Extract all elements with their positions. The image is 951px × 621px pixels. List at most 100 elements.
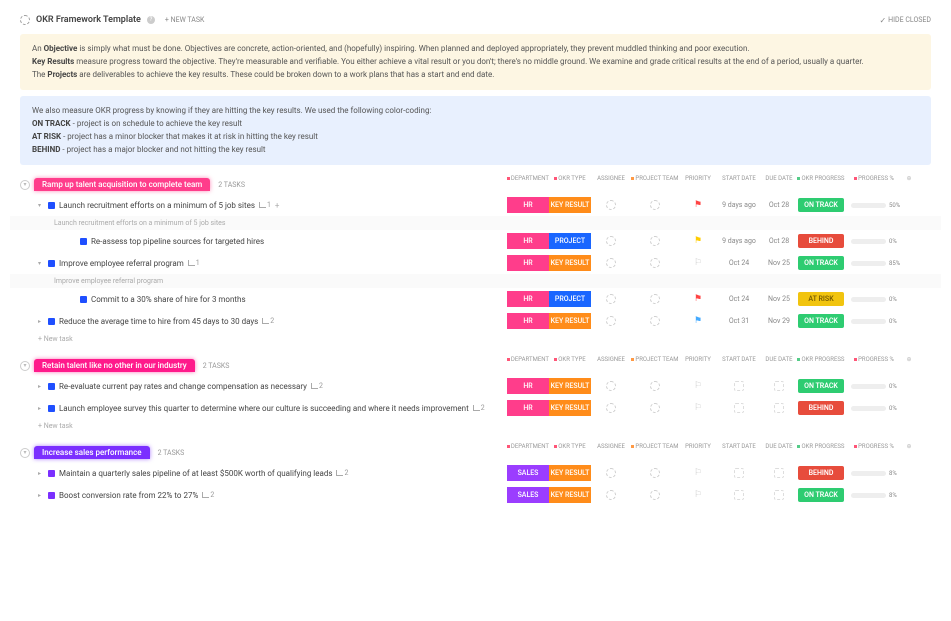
due-date-cell[interactable]: Nov 29 — [761, 317, 797, 325]
task-row[interactable]: ▾ Improve employee referral program 1 HR… — [10, 252, 941, 274]
start-date-empty[interactable] — [717, 403, 761, 413]
due-date-cell[interactable]: Nov 25 — [761, 295, 797, 303]
task-row[interactable]: Commit to a 30% share of hire for 3 mont… — [10, 288, 941, 310]
task-row[interactable]: ▸ Reduce the average time to hire from 4… — [10, 310, 941, 332]
status-dot[interactable] — [48, 260, 55, 267]
department-pill[interactable]: SALES — [507, 465, 549, 481]
priority-flag-icon[interactable]: ⚐ — [679, 468, 717, 478]
expand-icon[interactable]: ▸ — [38, 492, 44, 499]
col-okr-progress[interactable]: OKR PROGRESS — [797, 443, 845, 450]
group-title[interactable]: Ramp up talent acquisition to complete t… — [34, 178, 210, 191]
task-row[interactable]: ▸ Boost conversion rate from 22% to 27% … — [10, 484, 941, 506]
progress-pct-cell[interactable]: 85% — [845, 260, 903, 267]
info-icon[interactable]: ? — [147, 16, 155, 24]
status-dot[interactable] — [80, 238, 87, 245]
task-name[interactable]: Commit to a 30% share of hire for 3 mont… — [91, 295, 246, 304]
add-column-button[interactable]: ⊕ — [903, 175, 915, 182]
col-okr-progress[interactable]: OKR PROGRESS — [797, 356, 845, 363]
col-okr-progress[interactable]: OKR PROGRESS — [797, 175, 845, 182]
start-date-cell[interactable]: 9 days ago — [717, 237, 761, 245]
department-pill[interactable]: HR — [507, 313, 549, 329]
department-pill[interactable]: HR — [507, 197, 549, 213]
priority-flag-icon[interactable]: ⚑ — [679, 316, 717, 326]
okr-progress-pill[interactable]: AT RISK — [798, 292, 844, 306]
status-dot[interactable] — [48, 405, 55, 412]
new-task-row[interactable]: + New task — [10, 332, 941, 346]
priority-flag-icon[interactable]: ⚐ — [679, 490, 717, 500]
due-date-empty[interactable] — [761, 490, 797, 500]
col-progress-pct[interactable]: PROGRESS % — [845, 443, 903, 450]
progress-pct-cell[interactable]: 0% — [845, 296, 903, 303]
priority-flag-icon[interactable]: ⚐ — [679, 403, 717, 413]
progress-pct-cell[interactable]: 0% — [845, 383, 903, 390]
col-department[interactable]: DEPARTMENT — [507, 443, 549, 450]
task-row[interactable]: ▸ Launch employee survey this quarter to… — [10, 397, 941, 419]
start-date-empty[interactable] — [717, 381, 761, 391]
expand-icon[interactable]: ▾ — [38, 260, 44, 267]
okr-type-pill[interactable]: KEY RESULT — [549, 378, 591, 394]
department-pill[interactable]: HR — [507, 255, 549, 271]
collapse-group-button[interactable]: ▾ — [20, 361, 30, 371]
col-due-date[interactable]: DUE DATE — [761, 175, 797, 182]
col-priority[interactable]: PRIORITY — [679, 356, 717, 363]
start-date-cell[interactable]: Oct 24 — [717, 259, 761, 267]
priority-flag-icon[interactable]: ⚑ — [679, 294, 717, 304]
subtask-count[interactable]: 2 — [262, 317, 274, 325]
assignee-cell[interactable] — [591, 316, 631, 326]
department-pill[interactable]: SALES — [507, 487, 549, 503]
okr-type-pill[interactable]: KEY RESULT — [549, 465, 591, 481]
due-date-cell[interactable]: Oct 28 — [761, 237, 797, 245]
team-cell[interactable] — [631, 316, 679, 326]
okr-progress-pill[interactable]: BEHIND — [798, 234, 844, 248]
okr-type-pill[interactable]: KEY RESULT — [549, 313, 591, 329]
add-subtask-button[interactable]: + — [275, 201, 280, 210]
status-dot[interactable] — [48, 202, 55, 209]
task-name[interactable]: Boost conversion rate from 22% to 27% — [59, 491, 198, 500]
col-progress-pct[interactable]: PROGRESS % — [845, 356, 903, 363]
col-priority[interactable]: PRIORITY — [679, 175, 717, 182]
progress-pct-cell[interactable]: 0% — [845, 318, 903, 325]
team-cell[interactable] — [631, 236, 679, 246]
expand-icon[interactable]: ▾ — [38, 202, 44, 209]
expand-icon[interactable]: ▸ — [38, 405, 44, 412]
col-project-team[interactable]: PROJECT TEAM — [631, 175, 679, 182]
task-row[interactable]: Re-assess top pipeline sources for targe… — [10, 230, 941, 252]
assignee-cell[interactable] — [591, 258, 631, 268]
task-row[interactable]: ▸ Maintain a quarterly sales pipeline of… — [10, 462, 941, 484]
add-column-button[interactable]: ⊕ — [903, 443, 915, 450]
department-pill[interactable]: HR — [507, 378, 549, 394]
team-cell[interactable] — [631, 468, 679, 478]
team-cell[interactable] — [631, 294, 679, 304]
department-pill[interactable]: HR — [507, 291, 549, 307]
okr-progress-pill[interactable]: BEHIND — [798, 401, 844, 415]
expand-icon[interactable]: ▸ — [38, 470, 44, 477]
col-priority[interactable]: PRIORITY — [679, 443, 717, 450]
okr-type-pill[interactable]: KEY RESULT — [549, 487, 591, 503]
col-due-date[interactable]: DUE DATE — [761, 443, 797, 450]
okr-type-pill[interactable]: KEY RESULT — [549, 197, 591, 213]
task-name[interactable]: Re-assess top pipeline sources for targe… — [91, 237, 264, 246]
assignee-cell[interactable] — [591, 236, 631, 246]
status-dot[interactable] — [48, 470, 55, 477]
subtask-count[interactable]: 2 — [202, 491, 214, 499]
subtask-count[interactable]: 2 — [473, 404, 485, 412]
progress-pct-cell[interactable]: 8% — [845, 470, 903, 477]
team-cell[interactable] — [631, 258, 679, 268]
task-name[interactable]: Maintain a quarterly sales pipeline of a… — [59, 469, 332, 478]
due-date-empty[interactable] — [761, 381, 797, 391]
collapse-group-button[interactable]: ▾ — [20, 180, 30, 190]
okr-progress-pill[interactable]: ON TRACK — [798, 314, 844, 328]
start-date-cell[interactable]: 9 days ago — [717, 201, 761, 209]
task-name[interactable]: Reduce the average time to hire from 45 … — [59, 317, 258, 326]
team-cell[interactable] — [631, 490, 679, 500]
start-date-cell[interactable]: Oct 31 — [717, 317, 761, 325]
priority-flag-icon[interactable]: ⚑ — [679, 236, 717, 246]
col-department[interactable]: DEPARTMENT — [507, 356, 549, 363]
assignee-cell[interactable] — [591, 403, 631, 413]
team-cell[interactable] — [631, 200, 679, 210]
priority-flag-icon[interactable]: ⚑ — [679, 200, 717, 210]
col-start-date[interactable]: START DATE — [717, 356, 761, 363]
progress-pct-cell[interactable]: 0% — [845, 238, 903, 245]
assignee-cell[interactable] — [591, 294, 631, 304]
progress-pct-cell[interactable]: 8% — [845, 492, 903, 499]
